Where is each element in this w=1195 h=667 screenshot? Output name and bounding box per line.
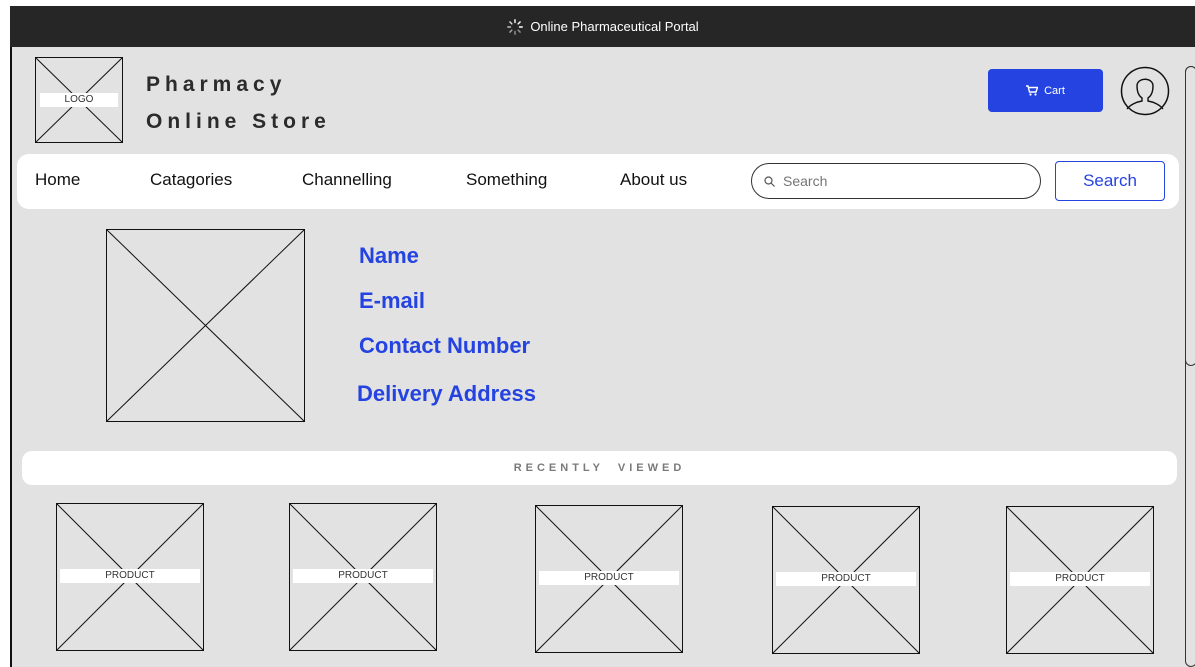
cart-icon — [1026, 85, 1039, 96]
search-field[interactable] — [751, 163, 1041, 199]
profile-contact-label: Contact Number — [359, 333, 531, 358]
search-input[interactable] — [781, 172, 1025, 190]
scrollbar-thumb[interactable] — [1185, 66, 1195, 366]
user-avatar-icon[interactable] — [1120, 66, 1170, 116]
profile-name-label: Name — [359, 243, 419, 268]
nav-item-something[interactable]: Something — [466, 170, 547, 190]
nav-item-home[interactable]: Home — [35, 170, 80, 190]
product-card[interactable]: PRODUCT — [535, 505, 683, 653]
title-bar: Online Pharmaceutical Portal — [10, 6, 1195, 47]
window-title: Online Pharmaceutical Portal — [530, 19, 699, 34]
product-label: PRODUCT — [776, 572, 916, 586]
profile-photo-placeholder — [105, 228, 306, 423]
logo-label: LOGO — [40, 93, 118, 107]
nav-bar: Home Catagories Channelling Something Ab… — [17, 154, 1179, 209]
search-icon — [764, 175, 775, 187]
product-label: PRODUCT — [1010, 572, 1150, 586]
profile-image-placeholder — [105, 228, 306, 423]
store-name-line1: Pharmacy — [146, 73, 287, 96]
product-label: PRODUCT — [60, 569, 200, 583]
logo[interactable]: LOGO — [35, 57, 123, 143]
profile-address-label: Delivery Address — [357, 381, 536, 406]
app-window: Online Pharmaceutical Portal LOGO Pharma… — [10, 6, 1195, 667]
recently-viewed-title: RECENTLY VIEWED — [513, 462, 686, 474]
nav-item-catagories[interactable]: Catagories — [150, 170, 232, 190]
recently-viewed-header: RECENTLY VIEWED — [22, 451, 1177, 485]
product-card[interactable]: PRODUCT — [772, 506, 920, 654]
store-name-line2: Online Store — [146, 110, 331, 133]
product-label: PRODUCT — [293, 569, 433, 583]
nav-item-channelling[interactable]: Channelling — [302, 170, 392, 190]
loading-spinner-icon — [507, 18, 524, 35]
profile-email-label: E-mail — [359, 288, 426, 313]
search-button[interactable]: Search — [1055, 161, 1165, 201]
window-border — [10, 47, 12, 667]
store-name: Pharmacy Online Store — [146, 66, 331, 140]
nav-item-about-us[interactable]: About us — [620, 170, 687, 190]
cart-label: Cart — [1044, 84, 1065, 97]
product-card[interactable]: PRODUCT — [289, 503, 437, 651]
product-label: PRODUCT — [539, 571, 679, 585]
product-card[interactable]: PRODUCT — [1006, 506, 1154, 654]
cart-button[interactable]: Cart — [988, 69, 1103, 112]
product-card[interactable]: PRODUCT — [56, 503, 204, 651]
